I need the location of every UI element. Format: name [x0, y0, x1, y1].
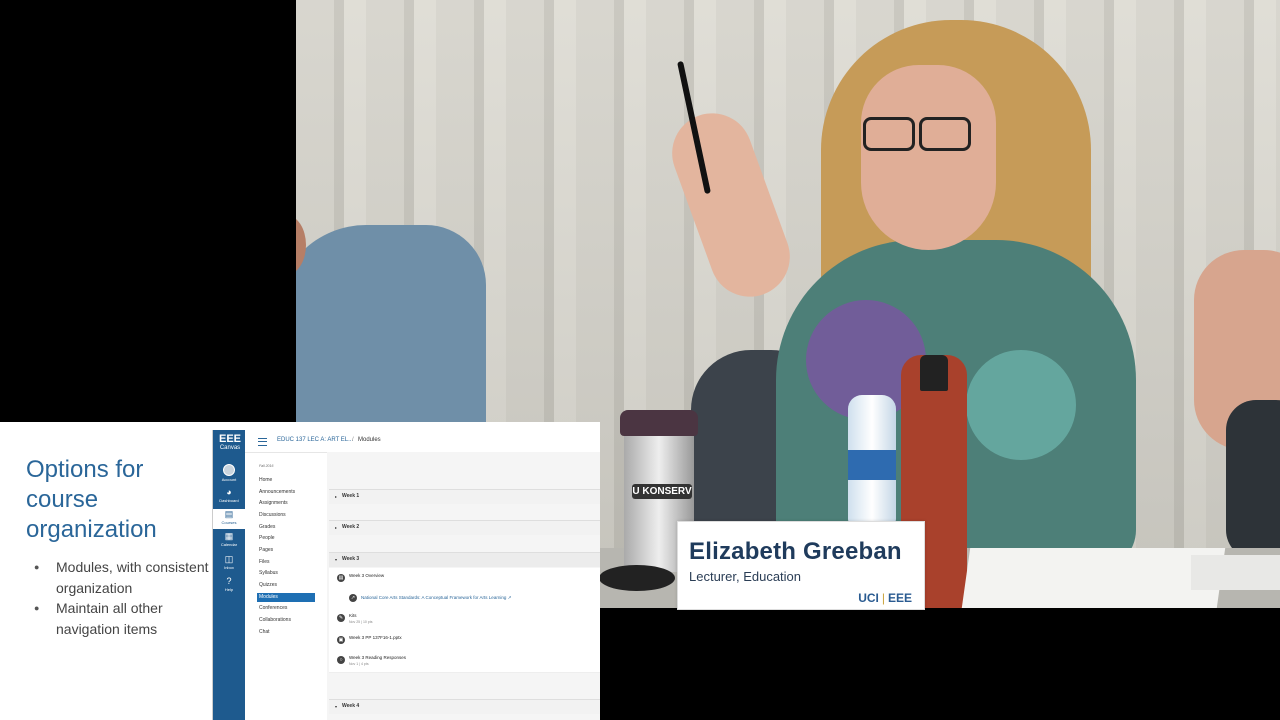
slide-title: Options for course organization	[26, 456, 157, 543]
glasses	[861, 117, 971, 151]
course-nav-announcements[interactable]: Announcements	[257, 488, 315, 497]
caret-down-icon: ▾	[335, 704, 338, 709]
logo-separator: |	[881, 591, 885, 605]
water-bottle	[848, 395, 896, 525]
module-header-week-4[interactable]: ▾ Week 4	[329, 699, 600, 714]
course-nav-collaborations[interactable]: Collaborations	[257, 616, 315, 625]
course-nav-people[interactable]: People	[257, 534, 315, 543]
global-nav-calendar[interactable]: ▦ Calendar	[213, 531, 245, 551]
nameplate: Elizabeth Greeban Lecturer, Education UC…	[677, 521, 925, 610]
module-item-overview[interactable]: ▤ Week 3 Overview	[329, 568, 600, 589]
discussion-icon: ○	[337, 656, 345, 664]
course-nav-grades[interactable]: Grades	[257, 523, 315, 532]
speaker-face	[861, 65, 996, 250]
course-nav-modules[interactable]: Modules	[257, 593, 315, 602]
bullet-item: Modules, with consistent organization	[34, 557, 214, 598]
dashboard-icon: ◕	[226, 487, 232, 497]
course-nav-quizzes[interactable]: Quizzes	[257, 581, 315, 590]
speaker-title: Lecturer, Education	[689, 569, 802, 584]
global-nav-account[interactable]: Account	[213, 464, 245, 484]
breadcrumb-course[interactable]: EDUC 137 LEC A: ART EL...	[277, 437, 353, 443]
caret-right-icon: ▸	[335, 525, 338, 530]
course-nav-home[interactable]: Home	[257, 476, 315, 485]
global-nav: EEE Canvas Account ◕ Dashboard ▤ Courses ▦ C…	[213, 430, 245, 720]
uci-eee-logo: UCI | EEE	[858, 591, 912, 605]
papers	[961, 548, 1226, 608]
caret-down-icon: ▾	[335, 557, 338, 562]
global-nav-dashboard[interactable]: ◕ Dashboard	[213, 487, 245, 507]
papers-right	[1191, 555, 1280, 590]
slide-panel: Options for course organization Modules,…	[0, 422, 600, 720]
avatar-icon	[223, 464, 235, 476]
module-item-pptx[interactable]: ▣ Week 3 PP 137F16-1.pptx	[329, 630, 600, 651]
term-label: Fall 2016	[259, 464, 274, 468]
breadcrumb-separator: /	[352, 437, 354, 443]
logo-eee: EEE	[887, 591, 912, 605]
page-icon: ▤	[337, 574, 345, 582]
global-nav-help[interactable]: ? Help	[213, 576, 245, 596]
course-nav-discussions[interactable]: Discussions	[257, 511, 315, 520]
course-nav-chat[interactable]: Chat	[257, 628, 315, 637]
course-nav-pages[interactable]: Pages	[257, 546, 315, 555]
slide-bullets: Modules, with consistent organization Ma…	[34, 557, 214, 639]
module-item-external-link[interactable]: ↗ National Core Arts Standards: A Concep…	[329, 588, 600, 609]
course-nav-files[interactable]: Files	[257, 558, 315, 567]
caret-right-icon: ▸	[335, 494, 338, 499]
course-nav: Fall 2016 Home Announcements Assignments…	[245, 452, 327, 720]
week-3-items: ▤ Week 3 Overview ↗ National Core Arts S…	[329, 568, 600, 673]
module-item-kits[interactable]: ✎ Kits Nov 25 | 10 pts	[329, 608, 600, 631]
lms-screenshot: EEE Canvas Account ◕ Dashboard ▤ Courses ▦ C…	[212, 430, 600, 720]
tumbler-lid	[620, 410, 698, 436]
red-bottle-cap	[920, 355, 948, 391]
module-item-reading-responses[interactable]: ○ Week 3 Reading Responses Nov 1 | 4 pts	[329, 650, 600, 673]
assignment-icon: ✎	[337, 614, 345, 622]
link-icon: ↗	[349, 594, 357, 602]
module-header-week-1[interactable]: ▸ Week 1	[329, 489, 600, 504]
course-topbar: EDUC 137 LEC A: ART EL... / Modules	[245, 430, 600, 453]
calendar-icon: ▦	[224, 531, 234, 541]
inbox-icon: ◫	[224, 554, 234, 564]
canvas-logo[interactable]: EEE Canvas	[216, 434, 244, 452]
course-nav-conferences[interactable]: Conferences	[257, 604, 315, 613]
book-icon: ▤	[224, 509, 234, 519]
plate	[599, 565, 675, 591]
speaker-name: Elizabeth Greeban	[689, 538, 902, 565]
course-nav-assignments[interactable]: Assignments	[257, 499, 315, 508]
global-nav-courses[interactable]: ▤ Courses	[213, 509, 245, 529]
module-header-week-3[interactable]: ▾ Week 3	[329, 552, 600, 567]
bullet-item: Maintain all other navigation items	[34, 598, 214, 639]
breadcrumb-page: Modules	[358, 437, 381, 443]
file-icon: ▣	[337, 636, 345, 644]
global-nav-inbox[interactable]: ◫ Inbox	[213, 554, 245, 574]
module-header-week-2[interactable]: ▸ Week 2	[329, 520, 600, 535]
help-icon: ?	[226, 576, 232, 586]
modules-list: ▸ Week 1 ▸ Week 2 ▾ Week 3 ▤ Week 3 Overvie…	[327, 452, 600, 720]
tumbler-label: U KONSERV	[632, 484, 692, 499]
course-nav-syllabus[interactable]: Syllabus	[257, 569, 315, 578]
hamburger-menu-icon[interactable]	[258, 438, 267, 446]
person-right-sleeve	[1226, 400, 1280, 560]
logo-uci: UCI	[858, 591, 879, 605]
